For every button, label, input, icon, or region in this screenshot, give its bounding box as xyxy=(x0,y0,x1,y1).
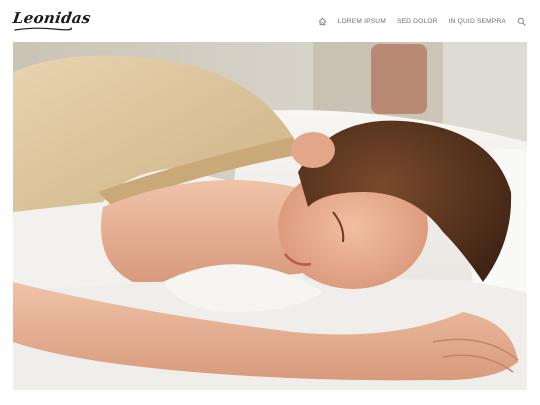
site-header: Leonidas LOREM IPSUM SED DOLOR IN QUID S… xyxy=(0,0,540,42)
main-nav: LOREM IPSUM SED DOLOR IN QUID SEMPRA xyxy=(318,14,526,28)
nav-item-lorem-ipsum[interactable]: LOREM IPSUM xyxy=(338,18,386,25)
home-icon[interactable] xyxy=(318,17,327,26)
logo-swoosh xyxy=(14,27,72,31)
hero-image xyxy=(13,42,527,390)
sleeping-boy-photo xyxy=(13,42,527,390)
site-logo[interactable]: Leonidas xyxy=(12,9,92,27)
nav-item-in-quid-sempra[interactable]: IN QUID SEMPRA xyxy=(449,18,506,25)
search-icon[interactable] xyxy=(517,17,526,26)
nav-item-sed-dolor[interactable]: SED DOLOR xyxy=(397,18,438,25)
